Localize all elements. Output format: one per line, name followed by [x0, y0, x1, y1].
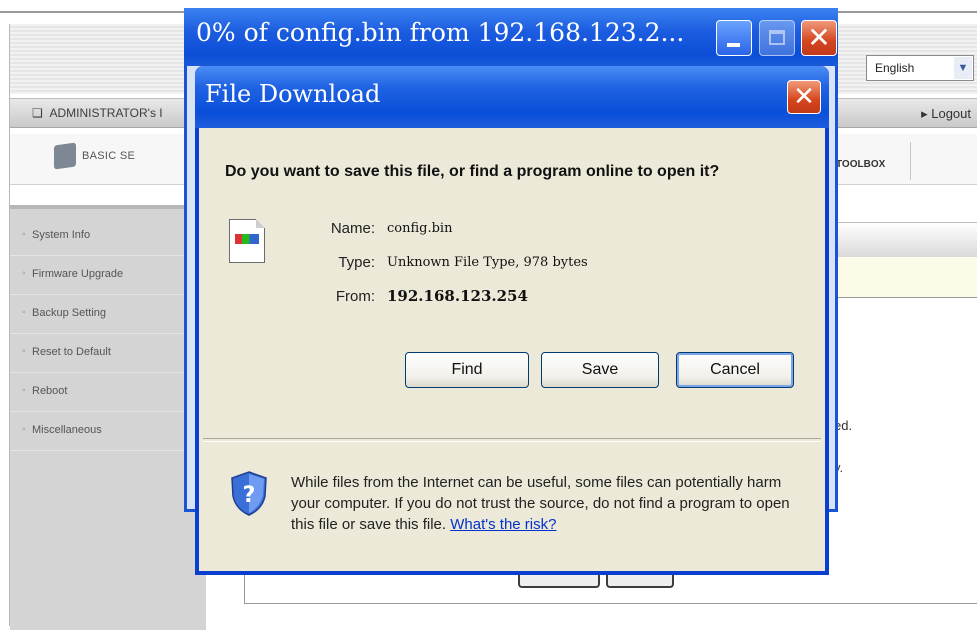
security-warning: While files from the Internet can be use… [291, 472, 811, 535]
close-icon: ✕ [793, 82, 815, 112]
content-header-bar [826, 222, 977, 258]
sidebar-item-label: System Info [32, 229, 91, 241]
dialog-titlebar[interactable]: File Download ✕ [195, 66, 829, 128]
nav-basic-setting[interactable]: BASIC SE [54, 142, 136, 170]
logout-label: Logout [931, 106, 971, 121]
file-icon [229, 219, 265, 263]
dropdown-arrow-icon[interactable]: ▼ [954, 57, 972, 79]
type-value: Unknown File Type, 978 bytes [387, 255, 588, 270]
cancel-button[interactable]: Cancel [676, 352, 794, 388]
content-info-row [826, 257, 977, 298]
file-icon-graphic [235, 234, 259, 244]
basic-setting-icon [54, 142, 76, 170]
dialog-divider [203, 438, 821, 442]
bullet-icon: ◦ [22, 424, 26, 435]
minimize-button[interactable] [716, 20, 752, 56]
bullet-icon: ◦ [22, 346, 26, 357]
sidebar-item-label: Backup Setting [32, 307, 106, 319]
file-icon-fold [256, 219, 265, 228]
bullet-icon: ◦ [22, 229, 26, 240]
language-select-value: English [875, 61, 915, 75]
maximize-icon [769, 30, 785, 45]
dialog-close-button[interactable]: ✕ [787, 80, 821, 114]
dialog-question: Do you want to save this file, or find a… [225, 163, 720, 180]
whats-the-risk-link[interactable]: What's the risk? [450, 516, 556, 533]
sidebar-item-backup-setting[interactable]: ◦ Backup Setting [10, 295, 196, 334]
dialog-body: Do you want to save this file, or find a… [199, 128, 825, 571]
from-label: From: [335, 288, 375, 305]
browser-top-area [0, 0, 977, 8]
download-progress-titlebar[interactable]: 0% of config.bin from 192.168.123.2... ✕ [184, 8, 838, 66]
bullet-icon: ◦ [22, 268, 26, 279]
admin-title-text: ADMINISTRATOR's I [49, 106, 163, 120]
shield-question-icon: ? [231, 471, 267, 516]
bullet-icon: ◦ [22, 307, 26, 318]
nav-toolbox[interactable]: TOOLBOX [836, 159, 885, 170]
sidebar-item-label: Firmware Upgrade [32, 268, 124, 280]
type-label: Type: [338, 254, 375, 271]
sidebar-item-reboot[interactable]: ◦ Reboot [10, 373, 196, 412]
sidebar-item-label: Reboot [32, 385, 68, 397]
file-download-dialog: File Download ✕ Do you want to save this… [195, 66, 829, 575]
progress-close-button[interactable]: ✕ [801, 20, 837, 56]
logout-link[interactable]: ▸ Logout [921, 106, 971, 122]
sidebar-item-miscellaneous[interactable]: ◦ Miscellaneous [10, 412, 196, 451]
sidebar: ◦ System Info ◦ Firmware Upgrade ◦ Backup S… [10, 205, 206, 630]
svg-text:?: ? [243, 483, 256, 508]
dialog-title: File Download [205, 80, 381, 108]
close-icon: ✕ [807, 21, 831, 54]
download-progress-title: 0% of config.bin from 192.168.123.2... [196, 18, 685, 47]
admin-title: ❑ ADMINISTRATOR's I [32, 106, 163, 120]
sidebar-item-label: Reset to Default [32, 346, 111, 358]
name-label: Name: [330, 220, 375, 237]
sidebar-item-reset-to-default[interactable]: ◦ Reset to Default [10, 334, 196, 373]
maximize-button [759, 20, 795, 56]
bullet-icon: ◦ [22, 385, 26, 396]
minimize-icon [727, 43, 740, 47]
name-value: config.bin [387, 221, 453, 236]
sidebar-item-system-info[interactable]: ◦ System Info [10, 217, 196, 256]
language-select[interactable]: English ▼ [866, 55, 974, 81]
find-button[interactable]: Find [405, 352, 529, 388]
save-button[interactable]: Save [541, 352, 659, 388]
sidebar-item-firmware-upgrade[interactable]: ◦ Firmware Upgrade [10, 256, 196, 295]
nav-basic-label: BASIC SE [82, 150, 136, 162]
sidebar-item-label: Miscellaneous [32, 424, 102, 436]
nav-separator [910, 142, 911, 180]
from-value: 192.168.123.254 [387, 287, 528, 305]
